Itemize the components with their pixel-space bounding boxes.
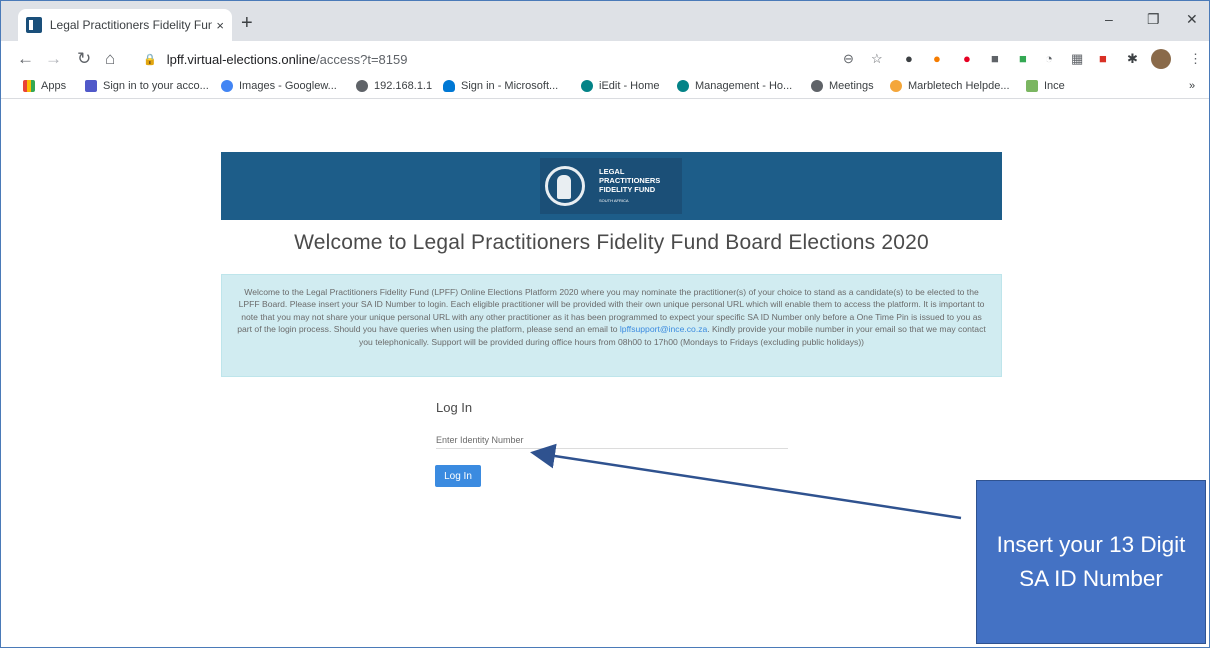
close-window-button[interactable]: ✕ [1186,11,1198,28]
globe-icon [356,80,368,92]
bookmark-meetings[interactable]: Meetings [811,80,874,92]
extension-shield-icon[interactable]: ■ [991,52,999,66]
profile-avatar[interactable] [1151,49,1171,69]
bookmark-label: Meetings [829,80,874,92]
teams-icon [85,80,97,92]
forward-arrow-icon[interactable]: → [45,49,62,69]
logo-line-3: FIDELITY FUND [599,185,656,194]
bookmark-star-icon[interactable]: ☆ [871,52,883,66]
bookmark-teams[interactable]: Sign in to your acco... [85,80,209,92]
lpff-logo: LEGAL PRACTITIONERS FIDELITY FUND SOUTH … [540,158,682,214]
checkmark-icon [1026,80,1038,92]
bookmark-google-images[interactable]: Images - Googlew... [221,80,337,92]
speed-icon[interactable]: ◔ [1045,52,1053,66]
bookmark-label: Management - Ho... [695,80,793,92]
bookmark-label: Images - Googlew... [239,80,337,92]
info-notice: Welcome to the Legal Practitioners Fidel… [221,274,1002,377]
bookmark-marbletech[interactable]: Marbletech Helpde... [890,80,1010,92]
back-arrow-icon[interactable]: ← [17,49,34,69]
bookmark-microsoft[interactable]: Sign in - Microsoft... [443,80,558,92]
logo-wordmark: LEGAL PRACTITIONERS FIDELITY FUND SOUTH … [599,167,660,205]
pinterest-icon[interactable]: ● [963,52,971,66]
pdf-icon[interactable]: ■ [1099,52,1107,66]
bookmark-label: Marbletech Helpde... [908,80,1010,92]
lock-icon: 🔒 [143,53,157,66]
bookmarks-bar: Apps Sign in to your acco... Images - Go… [1,77,1209,99]
browser-window: Legal Practitioners Fidelity Fund | × + … [0,0,1210,648]
url-host: lpff.virtual-elections.online [166,51,317,67]
browser-toolbar: ← → ↻ ⌂ 🔒 lpff.virtual-elections.online/… [1,41,1209,77]
puzzle-extensions-icon[interactable]: ✱ [1127,52,1138,66]
url-text: lpff.virtual-elections.online/access?t=8… [167,52,408,67]
bookmark-ince[interactable]: Ince [1026,80,1065,92]
callout-text: Insert your 13 Digit SA ID Number [996,532,1186,591]
login-heading: Log In [436,400,473,415]
lpff-favicon-icon [26,17,42,33]
restore-button[interactable]: ❐ [1147,11,1160,28]
extension-green-icon[interactable]: ■ [1019,52,1027,66]
apps-grid-icon [23,80,35,92]
bookmark-label: Sign in - Microsoft... [461,80,559,92]
bookmarks-overflow-icon[interactable]: » [1189,80,1195,92]
logo-line-4: SOUTH AFRICA [599,198,629,203]
menu-kebab-icon[interactable]: ⋮ [1189,52,1202,66]
sharepoint-icon [677,80,689,92]
logo-line-1: LEGAL [599,167,625,176]
google-icon [221,80,233,92]
reload-icon[interactable]: ↻ [77,49,91,69]
helpdesk-icon [890,80,902,92]
identity-number-input[interactable] [436,431,788,449]
tab-title: Legal Practitioners Fidelity Fund | [49,18,213,32]
address-bar[interactable]: 🔒 lpff.virtual-elections.online/access?t… [131,45,891,73]
login-button[interactable]: Log In [435,465,481,487]
logo-line-2: PRACTITIONERS [599,176,661,185]
bookmark-apps[interactable]: Apps [23,80,66,92]
minimize-button[interactable]: – [1105,11,1113,27]
new-tab-button[interactable]: + [241,13,253,33]
bookmark-label: Ince [1044,80,1065,92]
onedrive-cloud-icon [443,80,455,92]
url-path: /access?t=8159 [316,51,408,67]
support-email-link[interactable]: lpffsupport@ince.co.za [620,324,707,334]
bookmark-iedit[interactable]: iEdit - Home [581,80,660,92]
lpff-emblem-icon [545,166,585,206]
bookmark-label: Sign in to your acco... [103,80,209,92]
sharepoint-icon [581,80,593,92]
bookmark-label: Apps [41,80,67,92]
bookmark-label: iEdit - Home [599,80,660,92]
qr-code-icon[interactable]: ▦ [1071,52,1083,66]
tab-strip: Legal Practitioners Fidelity Fund | × + … [1,1,1209,41]
zoom-icon[interactable]: ⊖ [843,52,854,66]
bookmark-label: 192.168.1.1 [374,80,433,92]
bookmark-management[interactable]: Management - Ho... [677,80,792,92]
callout-box: Insert your 13 Digit SA ID Number [976,480,1206,644]
browser-tab[interactable]: Legal Practitioners Fidelity Fund | × [18,9,232,41]
page-title: Welcome to Legal Practitioners Fidelity … [294,231,929,254]
header-banner: LEGAL PRACTITIONERS FIDELITY FUND SOUTH … [221,152,1002,220]
extension-circle-icon[interactable]: ● [905,52,913,66]
extension-b-icon[interactable]: ● [933,52,941,66]
tab-close-icon[interactable]: × [216,18,224,33]
bookmark-router[interactable]: 192.168.1.1 [356,80,432,92]
home-icon[interactable]: ⌂ [105,49,115,69]
globe-icon [811,80,823,92]
